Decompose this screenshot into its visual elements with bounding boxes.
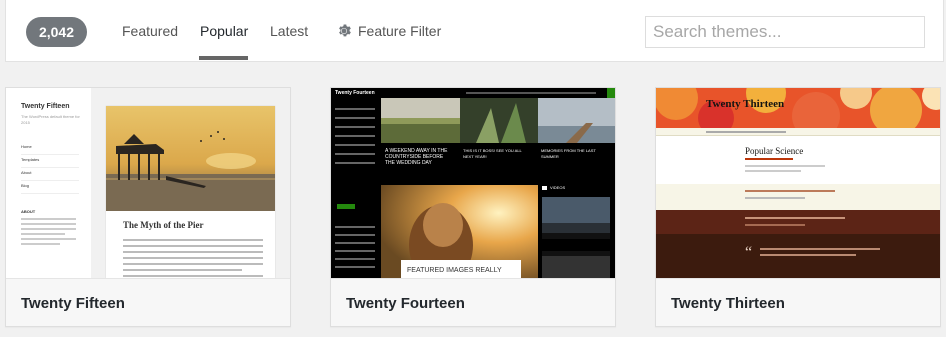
preview-site-title: Twenty Fifteen (21, 103, 70, 110)
preview-menu: Home Templates About Blog (21, 142, 79, 194)
preview-right-sidebar: VIDEOS (538, 185, 615, 278)
theme-name[interactable]: Twenty Fourteen (331, 278, 615, 326)
gear-icon (339, 24, 351, 37)
theme-card-twenty-fourteen[interactable]: Twenty Fourteen A WEEKEND AWAY IN THE CO… (330, 87, 616, 327)
theme-count-badge: 2,042 (26, 17, 87, 47)
tab-latest[interactable]: Latest (270, 23, 308, 39)
preview-menu-item: About (21, 168, 79, 181)
active-tab-indicator (199, 56, 248, 60)
preview-menu-item: Blog (21, 181, 79, 194)
pier-sunset-image (106, 106, 275, 211)
tab-featured[interactable]: Featured (122, 23, 178, 39)
preview-caption-3: MEMORIES FROM THE LAST SUMMER (541, 148, 596, 159)
theme-card-twenty-thirteen[interactable]: Twenty Thirteen Popular Science “ Twenty… (655, 87, 941, 327)
preview-caption-1: A WEEKEND AWAY IN THE COUNTRYSIDE BEFORE… (385, 148, 448, 166)
preview-post: Popular Science (656, 136, 940, 184)
preview-site-title: Twenty Thirteen (706, 98, 785, 110)
preview-post-body (123, 239, 263, 278)
search-themes-input[interactable]: Search themes... (645, 16, 925, 48)
preview-menu-item: Home (21, 142, 79, 155)
feature-filter-button[interactable]: Feature Filter (358, 23, 441, 39)
preview-sidebar: Twenty Fifteen The WordPress default the… (6, 88, 91, 278)
theme-name[interactable]: Twenty Thirteen (656, 278, 940, 326)
tab-popular[interactable]: Popular (200, 23, 248, 39)
theme-screenshot[interactable]: Twenty Fifteen The WordPress default the… (6, 88, 290, 278)
theme-card-twenty-fifteen[interactable]: Twenty Fifteen The WordPress default the… (5, 87, 291, 327)
preview-left-nav (331, 98, 381, 278)
preview-post-title: Popular Science (745, 146, 804, 156)
preview-navbar (656, 128, 940, 136)
preview-post-title: The Myth of the Pier (123, 220, 204, 230)
preview-menu-item: Templates (21, 155, 79, 168)
preview-brown-band (656, 210, 940, 234)
preview-caption-2: THIS IS IT BOSS! SEE YOU ALL NEXT YEAR! (463, 148, 522, 159)
theme-screenshot[interactable]: Twenty Fourteen A WEEKEND AWAY IN THE CO… (331, 88, 615, 278)
theme-screenshot[interactable]: Twenty Thirteen Popular Science “ (656, 88, 940, 278)
theme-filter-bar: 2,042 Featured Popular Latest Feature Fi… (5, 0, 944, 62)
preview-tagline: The WordPress default theme for 2015 (21, 114, 80, 125)
preview-post: The Myth of the Pier (106, 106, 275, 278)
preview-header-circles (656, 88, 940, 128)
preview-quote-band: “ (656, 234, 940, 278)
theme-name[interactable]: Twenty Fifteen (6, 278, 290, 326)
preview-featured-label: FEATURED IMAGES REALLY (401, 260, 521, 278)
preview-header: Twenty Fourteen (331, 88, 615, 98)
preview-aside (656, 184, 940, 210)
preview-about-text (21, 218, 76, 248)
preview-about-heading: ABOUT (21, 209, 36, 214)
preview-site-title: Twenty Fourteen (335, 90, 375, 96)
